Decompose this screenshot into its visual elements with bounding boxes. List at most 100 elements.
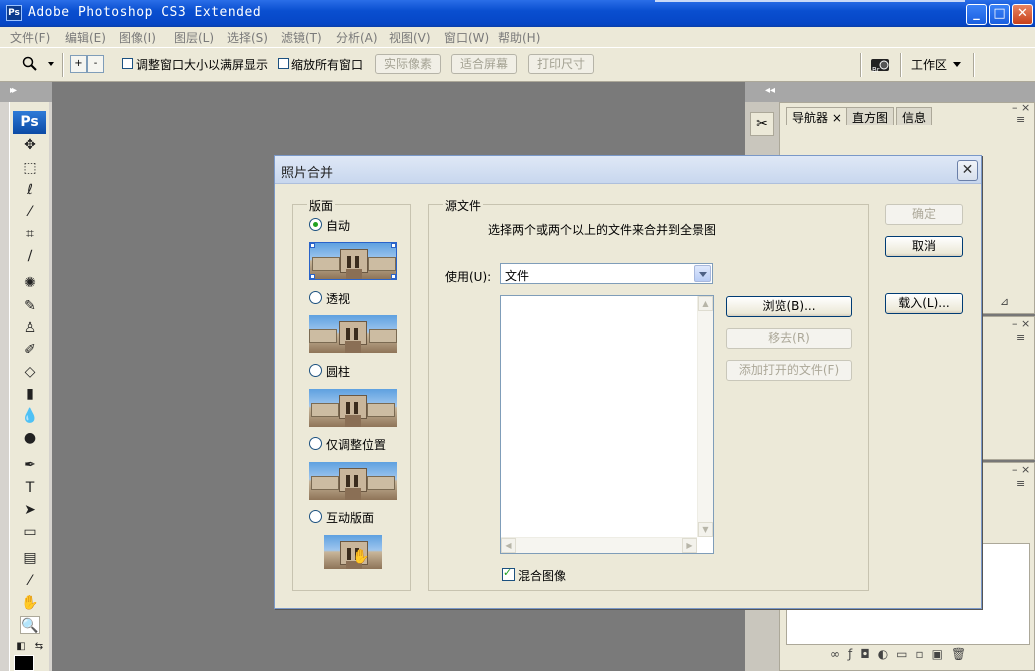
browse-button[interactable]: 浏览(B)...: [726, 296, 852, 317]
dock-header[interactable]: ◂◂: [745, 82, 779, 102]
menu-help[interactable]: 帮助(H): [498, 29, 540, 46]
blend-images-checkbox[interactable]: [502, 566, 515, 581]
shape-tool-icon[interactable]: ▭: [20, 523, 40, 541]
layout-reposition-radio[interactable]: [309, 437, 322, 450]
history-brush-tool-icon[interactable]: ✐: [20, 341, 40, 359]
layout-perspective-label[interactable]: 透视: [326, 290, 350, 307]
magic-wand-tool-icon[interactable]: ⁄: [20, 203, 40, 221]
tab-info[interactable]: 信息: [896, 107, 933, 125]
collapse-panel-icon[interactable]: ◂◂: [765, 85, 775, 96]
layout-perspective-thumbnail[interactable]: [309, 315, 397, 353]
clone-stamp-tool-icon[interactable]: ♙: [20, 319, 40, 337]
menu-file[interactable]: 文件(F): [10, 29, 50, 46]
panel-menu-icon[interactable]: ≡: [1016, 477, 1025, 490]
panel-minimize-icon[interactable]: – ×: [1012, 463, 1030, 476]
notes-tool-icon[interactable]: ▤: [20, 549, 40, 567]
layout-interactive-radio[interactable]: [309, 510, 322, 523]
tool-presets-icon[interactable]: ✂: [750, 112, 774, 136]
horizontal-scrollbar[interactable]: ◀ ▶: [501, 537, 697, 553]
layout-reposition-label[interactable]: 仅调整位置: [326, 436, 386, 453]
scroll-up-icon[interactable]: ▲: [698, 296, 713, 311]
remove-button[interactable]: 移去(R): [726, 328, 852, 349]
source-files-list[interactable]: ▲ ▼ ◀ ▶: [500, 295, 714, 554]
blend-images-label[interactable]: 混合图像: [518, 567, 566, 584]
tab-histogram[interactable]: 直方图: [846, 107, 895, 125]
marquee-tool-icon[interactable]: ⬚: [20, 159, 40, 177]
menu-image[interactable]: 图像(I): [119, 29, 156, 46]
print-size-button[interactable]: 打印尺寸: [528, 54, 594, 74]
menu-select[interactable]: 选择(S): [227, 29, 268, 46]
menu-filter[interactable]: 滤镜(T): [281, 29, 322, 46]
dialog-close-button[interactable]: ✕: [957, 160, 978, 181]
cancel-button[interactable]: 取消: [885, 236, 963, 257]
actual-pixels-button[interactable]: 实际像素: [375, 54, 441, 74]
load-button[interactable]: 载入(L)...: [885, 293, 963, 314]
eyedropper-tool-icon[interactable]: ⁄: [20, 572, 40, 590]
add-open-files-button[interactable]: 添加打开的文件(F): [726, 360, 852, 381]
layers-footer-icons[interactable]: ∞ƒ◘◐▭▫▣🗑: [830, 647, 974, 661]
workspace-caret-icon[interactable]: [953, 62, 961, 67]
zoom-slider-icon[interactable]: ⊿: [1000, 295, 1009, 308]
vertical-scrollbar[interactable]: ▲ ▼: [697, 296, 713, 537]
use-source-dropdown[interactable]: 文件: [500, 263, 713, 284]
panel-dock-header[interactable]: [779, 82, 1035, 102]
brush-tool-icon[interactable]: ✎: [20, 297, 40, 315]
menu-analysis[interactable]: 分析(A): [336, 29, 378, 46]
zoom-all-checkbox[interactable]: [278, 58, 289, 69]
zoom-out-button[interactable]: -: [87, 55, 104, 73]
close-tab-icon[interactable]: ×: [832, 111, 842, 125]
move-tool-icon[interactable]: ✥: [20, 136, 40, 154]
layout-interactive-label[interactable]: 互动版面: [326, 509, 374, 526]
layout-cylindrical-thumbnail[interactable]: [309, 389, 397, 427]
hand-tool-icon[interactable]: ✋: [20, 594, 40, 612]
type-tool-icon[interactable]: T: [20, 479, 40, 497]
tab-navigator[interactable]: 导航器 ×: [786, 107, 848, 125]
gradient-tool-icon[interactable]: ▮: [20, 385, 40, 403]
eraser-tool-icon[interactable]: ◇: [20, 363, 40, 381]
default-colors-icon[interactable]: ◧: [14, 638, 28, 656]
layout-perspective-radio[interactable]: [309, 291, 322, 304]
dropdown-arrow-icon[interactable]: [694, 265, 711, 282]
maximize-button[interactable]: □: [989, 4, 1010, 25]
tool-preset-caret-icon[interactable]: [48, 62, 54, 66]
dodge-tool-icon[interactable]: ●: [20, 429, 40, 447]
layout-cylindrical-radio[interactable]: [309, 364, 322, 377]
layout-interactive-thumbnail[interactable]: ✋: [324, 535, 382, 569]
slice-tool-icon[interactable]: ∕: [20, 247, 40, 265]
layout-cylindrical-label[interactable]: 圆柱: [326, 363, 350, 380]
layout-auto-radio[interactable]: [309, 218, 322, 231]
close-window-button[interactable]: ✕: [1012, 4, 1033, 25]
zoom-tool-selected-icon[interactable]: 🔍: [20, 616, 40, 634]
path-selection-tool-icon[interactable]: ➤: [20, 501, 40, 519]
pen-tool-icon[interactable]: ✒: [20, 456, 40, 474]
layout-auto-thumbnail[interactable]: [309, 242, 397, 280]
menu-edit[interactable]: 编辑(E): [65, 29, 106, 46]
ok-button[interactable]: 确定: [885, 204, 963, 225]
menu-view[interactable]: 视图(V): [389, 29, 431, 46]
swap-colors-icon[interactable]: ⇆: [32, 638, 46, 656]
photoshop-logo[interactable]: Ps: [13, 111, 46, 134]
scroll-right-icon[interactable]: ▶: [682, 538, 697, 553]
workspace-menu-button[interactable]: 工作区: [911, 56, 947, 73]
panel-minimize-icon[interactable]: – ×: [1012, 317, 1030, 330]
layout-reposition-thumbnail[interactable]: [309, 462, 397, 500]
crop-tool-icon[interactable]: ⌗: [20, 225, 40, 243]
fit-screen-button[interactable]: 适合屏幕: [451, 54, 517, 74]
blur-tool-icon[interactable]: 💧: [20, 407, 40, 425]
foreground-color-swatch[interactable]: [14, 655, 34, 671]
menu-window[interactable]: 窗口(W): [444, 29, 489, 46]
healing-brush-tool-icon[interactable]: ✺: [20, 274, 40, 292]
panel-menu-icon[interactable]: ≡: [1016, 331, 1025, 344]
zoom-in-button[interactable]: +: [70, 55, 87, 73]
panel-menu-icon[interactable]: ≡: [1016, 113, 1025, 126]
minimize-button[interactable]: _: [966, 4, 987, 25]
tools-panel-header[interactable]: ▸▸: [0, 82, 52, 102]
scroll-left-icon[interactable]: ◀: [501, 538, 516, 553]
layout-auto-label[interactable]: 自动: [326, 217, 350, 234]
scroll-down-icon[interactable]: ▼: [698, 522, 713, 537]
menu-layer[interactable]: 图层(L): [174, 29, 214, 46]
expand-panel-icon[interactable]: ▸▸: [10, 85, 17, 96]
lasso-tool-icon[interactable]: ℓ: [20, 181, 40, 199]
resize-windows-checkbox[interactable]: [122, 58, 133, 69]
bridge-icon[interactable]: Br: [868, 56, 892, 74]
